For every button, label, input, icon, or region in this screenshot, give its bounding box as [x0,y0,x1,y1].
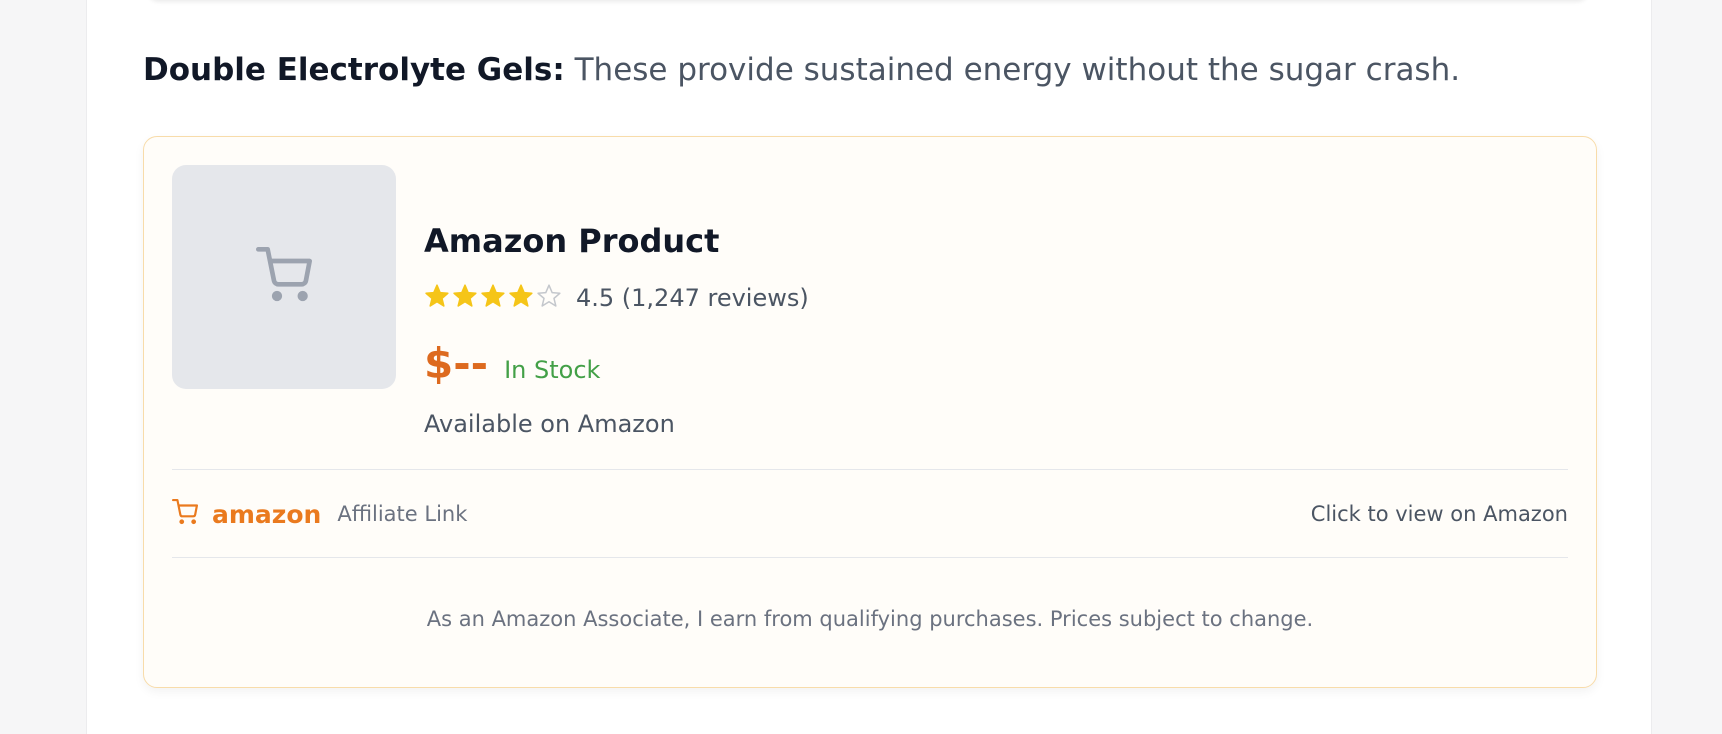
divider [172,469,1568,470]
star-filled-icon [508,283,534,313]
affiliate-brand-group: amazon Affiliate Link [172,499,467,529]
price-row: $-- In Stock [424,339,809,388]
availability-text: Available on Amazon [424,410,675,438]
star-empty-icon [536,283,562,313]
stock-status: In Stock [504,356,601,384]
affiliate-disclosure: As an Amazon Associate, I earn from qual… [426,607,1314,631]
product-info: Amazon Product 4.5 (1,247 reviews) $-- I… [424,221,809,438]
product-card[interactable]: Amazon Product 4.5 (1,247 reviews) $-- I… [143,136,1597,688]
shopping-cart-icon [172,499,198,529]
product-rating: 4.5 (1,247 reviews) [424,283,809,313]
product-title[interactable]: Amazon Product [424,221,809,261]
lead-text: These provide sustained energy without t… [564,52,1461,88]
shopping-cart-icon [255,247,312,307]
star-filled-icon [452,283,478,313]
product-price: $-- [424,339,489,388]
star-filled-icon [424,283,450,313]
rating-stars [424,283,562,313]
lead-label: Double Electrolyte Gels: [143,52,565,88]
affiliate-row[interactable]: amazon Affiliate Link Click to view on A… [172,489,1568,539]
article-content: Double Electrolyte Gels: These provide s… [86,0,1652,734]
rating-text: 4.5 (1,247 reviews) [576,284,809,312]
divider [172,557,1568,558]
product-image-placeholder[interactable] [172,165,396,389]
amazon-logo-text: amazon [212,499,322,529]
view-on-amazon-link[interactable]: Click to view on Amazon [1311,502,1568,526]
affiliate-label: Affiliate Link [337,502,468,526]
lead-paragraph: Double Electrolyte Gels: These provide s… [143,50,1460,90]
star-filled-icon [480,283,506,313]
